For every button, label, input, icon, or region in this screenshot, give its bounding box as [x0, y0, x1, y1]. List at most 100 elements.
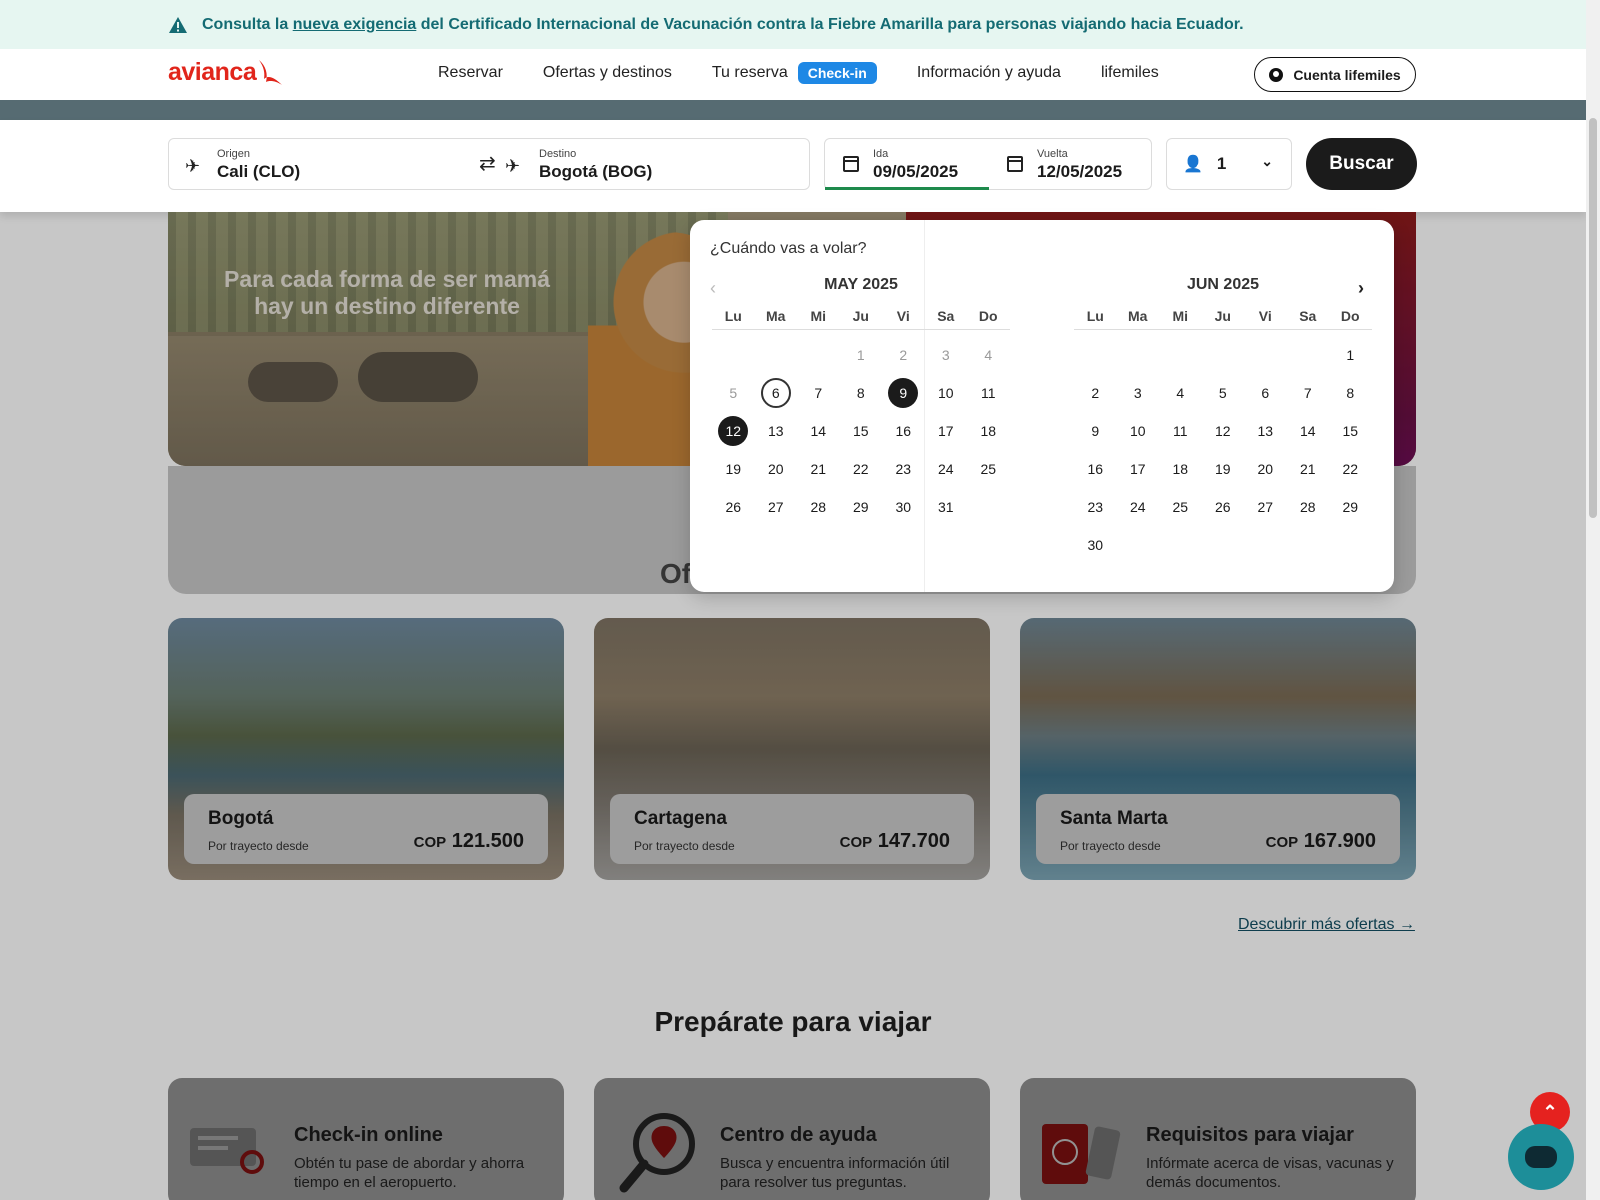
calendar-day[interactable]: 13 [1244, 412, 1287, 450]
calendar-day[interactable]: 7 [797, 374, 840, 412]
calendar-day[interactable]: 4 [1159, 374, 1202, 412]
calendar-day[interactable]: 21 [1287, 450, 1330, 488]
month-name: JUN 2025 [1186, 276, 1260, 293]
calendar-day[interactable]: 20 [1244, 450, 1287, 488]
calendar-day[interactable]: 24 [1117, 488, 1160, 526]
calendar-day[interactable]: 3 [1117, 374, 1160, 412]
calendar-day[interactable]: 14 [1287, 412, 1330, 450]
chevron-down-icon: ⌄ [1261, 153, 1273, 169]
calendar-day[interactable]: 31 [925, 488, 968, 526]
calendar-day[interactable]: 28 [1287, 488, 1330, 526]
date-picker: ¿Cuándo vas a volar? ‹ › MAY 2025 Lu Ma Mi… [690, 220, 1394, 592]
calendar-day[interactable]: 7 [1287, 374, 1330, 412]
calendar-day[interactable]: 10 [1117, 412, 1160, 450]
calendar-day: 3 [941, 347, 950, 363]
avianca-logo[interactable]: avianca [168, 57, 284, 87]
swap-icon[interactable]: ⇄ [479, 151, 496, 176]
calendar-icon [843, 156, 859, 172]
weekday-header: Lu Ma Mi Ju Vi Sa Do [712, 308, 1010, 330]
departure-date-field[interactable]: Ida 09/05/2025 [873, 148, 958, 182]
account-button[interactable]: Cuenta lifemiles [1254, 57, 1416, 92]
calendar-day[interactable]: 19 [712, 450, 755, 488]
bird-logo-icon [259, 60, 283, 85]
calendar-day[interactable]: 22 [1329, 450, 1372, 488]
calendar-day[interactable]: 21 [797, 450, 840, 488]
calendar-day[interactable]: 25 [1159, 488, 1202, 526]
calendar-day[interactable]: 29 [840, 488, 883, 526]
warning-icon [169, 16, 187, 33]
calendar-day[interactable]: 23 [882, 450, 925, 488]
month-name: MAY 2025 [824, 276, 898, 293]
calendar-day[interactable]: 22 [840, 450, 883, 488]
scrollbar-thumb[interactable] [1589, 118, 1597, 518]
calendar-day[interactable]: 9 [882, 374, 925, 412]
date-picker-question: ¿Cuándo vas a volar? [710, 240, 867, 257]
nav-tu-reserva[interactable]: Tu reserva [712, 64, 788, 82]
calendar-day[interactable]: 28 [797, 488, 840, 526]
calendar-day[interactable]: 13 [755, 412, 798, 450]
page-scrollbar[interactable] [1586, 0, 1600, 1200]
calendar-day[interactable]: 23 [1074, 488, 1117, 526]
calendar-day[interactable]: 18 [967, 412, 1010, 450]
calendar-empty-cell [1244, 336, 1287, 374]
calendar-day[interactable]: 12 [712, 412, 755, 450]
calendar-day[interactable]: 24 [925, 450, 968, 488]
calendar-day[interactable]: 30 [882, 488, 925, 526]
calendar-day[interactable]: 20 [755, 450, 798, 488]
calendar-day[interactable]: 29 [1329, 488, 1372, 526]
origin-destination-box: ✈ Origen Cali (CLO) ⇄ ✈ Destino Bogotá (… [168, 138, 810, 190]
calendar-day[interactable]: 19 [1202, 450, 1245, 488]
calendar-day[interactable]: 8 [840, 374, 883, 412]
calendar-day[interactable]: 1 [1329, 336, 1372, 374]
calendar-empty-cell [1159, 336, 1202, 374]
origin-field[interactable]: Origen Cali (CLO) [217, 148, 300, 182]
search-button[interactable]: Buscar [1306, 138, 1417, 190]
calendar-day[interactable]: 17 [925, 412, 968, 450]
day-grid: 1 2 3 4 5 6 7 8 9 10 11 12 13 14 15 16 17 18 19 20 21 22 23 24 2… [1074, 336, 1372, 564]
nav-informacion[interactable]: Información y ayuda [917, 64, 1061, 82]
calendar-day[interactable]: 26 [1202, 488, 1245, 526]
nav-ofertas[interactable]: Ofertas y destinos [543, 64, 672, 82]
return-date-field[interactable]: Vuelta 12/05/2025 [1037, 148, 1122, 182]
calendar-day[interactable]: 10 [925, 374, 968, 412]
nav-links: Reservar Ofertas y destinos Tu reserva C… [438, 62, 1199, 84]
destination-field[interactable]: Destino Bogotá (BOG) [539, 148, 652, 182]
calendar-day[interactable]: 27 [755, 488, 798, 526]
banner-message: Consulta la nueva exigencia del Certific… [202, 15, 1244, 33]
calendar-day[interactable]: 30 [1074, 526, 1117, 564]
vaccination-banner: Consulta la nueva exigencia del Certific… [0, 0, 1586, 49]
calendar-day[interactable]: 26 [712, 488, 755, 526]
nav-lifemiles[interactable]: lifemiles [1101, 64, 1159, 82]
checkin-badge[interactable]: Check-in [797, 62, 877, 84]
calendar-day[interactable]: 16 [882, 412, 925, 450]
calendar-day[interactable]: 9 [1074, 412, 1117, 450]
passenger-count: 1 [1216, 154, 1227, 173]
calendar-day[interactable]: 11 [1159, 412, 1202, 450]
active-field-indicator [825, 187, 989, 190]
chevron-up-icon: ⌃ [1542, 1101, 1558, 1122]
calendar-empty-cell [1117, 336, 1160, 374]
passengers-selector[interactable]: 👤 1 ⌄ [1166, 138, 1292, 190]
calendar-day[interactable]: 2 [1074, 374, 1117, 412]
calendar-day[interactable]: 12 [1202, 412, 1245, 450]
main-nav: avianca Reservar Ofertas y destinos Tu r… [0, 49, 1586, 100]
calendar-empty-cell [1202, 336, 1245, 374]
calendar-day[interactable]: 27 [1244, 488, 1287, 526]
calendar-day[interactable]: 15 [840, 412, 883, 450]
calendar-day[interactable]: 5 [1202, 374, 1245, 412]
weekday-header: Lu Ma Mi Ju Vi Sa Do [1074, 308, 1372, 330]
calendar-day[interactable]: 17 [1117, 450, 1160, 488]
calendar-empty-cell [712, 336, 755, 374]
calendar-day[interactable]: 15 [1329, 412, 1372, 450]
calendar-day[interactable]: 11 [967, 374, 1010, 412]
calendar-day[interactable]: 25 [967, 450, 1010, 488]
calendar-day[interactable]: 8 [1329, 374, 1372, 412]
nav-reservar[interactable]: Reservar [438, 64, 503, 82]
calendar-day[interactable]: 14 [797, 412, 840, 450]
banner-link[interactable]: nueva exigencia [293, 16, 417, 33]
calendar-day[interactable]: 6 [1244, 374, 1287, 412]
calendar-day[interactable]: 16 [1074, 450, 1117, 488]
calendar-day[interactable]: 6 [755, 374, 798, 412]
calendar-day[interactable]: 18 [1159, 450, 1202, 488]
chat-button[interactable] [1508, 1124, 1574, 1190]
